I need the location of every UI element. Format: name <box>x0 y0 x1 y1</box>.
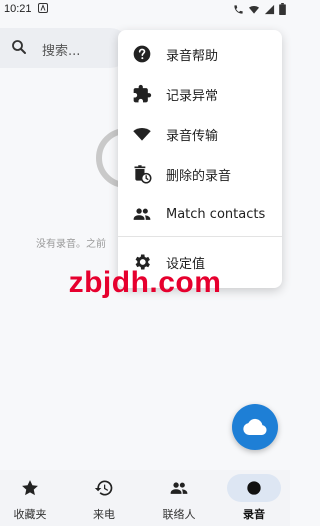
empty-state-text: 没有录音。之前 <box>36 239 106 250</box>
wifi-status-icon <box>248 5 260 14</box>
contacts-icon <box>133 208 151 220</box>
menu-item-record-exceptions[interactable]: 记录异常 <box>118 74 282 114</box>
menu-item-label: 删除的录音 <box>166 168 232 184</box>
search-input[interactable]: 搜索... <box>42 40 80 59</box>
wifi-icon <box>133 127 151 141</box>
watermark: zbjdh.com <box>68 266 222 299</box>
history-icon <box>94 480 113 496</box>
menu-item-label: 记录异常 <box>166 88 219 104</box>
bottom-navigation: 收藏夹 来电 联络人 录音 <box>0 470 290 526</box>
nav-item-favorites[interactable]: 收藏夹 <box>0 470 66 526</box>
menu-item-recording-help[interactable]: 录音帮助 <box>118 34 282 74</box>
nav-label: 录音 <box>243 508 265 521</box>
nav-label: 来电 <box>93 508 115 521</box>
nav-item-recordings[interactable]: 录音 <box>218 470 290 526</box>
menu-divider <box>118 236 282 237</box>
notification-icon <box>38 3 48 13</box>
nav-label: 收藏夹 <box>13 508 47 521</box>
cloud-backup-button[interactable] <box>232 404 278 450</box>
status-icons <box>233 3 286 15</box>
people-icon <box>170 482 188 494</box>
nav-item-incoming-calls[interactable]: 来电 <box>68 470 140 526</box>
puzzle-icon <box>133 84 152 103</box>
help-icon <box>133 45 151 63</box>
menu-item-recording-transfer[interactable]: 录音传输 <box>118 114 282 154</box>
menu-item-label: Match contacts <box>166 206 266 222</box>
call-icon <box>234 4 243 14</box>
battery-icon <box>279 3 286 15</box>
menu-item-label: 录音帮助 <box>166 48 219 64</box>
menu-item-match-contacts[interactable]: Match contacts <box>118 194 282 234</box>
menu-item-label: 录音传输 <box>166 128 219 144</box>
search-icon <box>12 40 26 54</box>
record-icon <box>247 481 261 495</box>
menu-item-deleted-recordings[interactable]: 删除的录音 <box>118 154 282 194</box>
overflow-menu: 录音帮助 记录异常 录音传输 删除的录音 Match contacts 设定值 <box>118 30 282 288</box>
search-bar[interactable]: 搜索... <box>0 28 130 68</box>
deleted-recordings-icon <box>134 165 152 184</box>
cloud-icon <box>243 418 267 435</box>
status-time: 10:21 <box>4 3 32 15</box>
nav-item-contacts[interactable]: 联络人 <box>143 470 215 526</box>
status-bar: 10:21 <box>0 0 290 20</box>
nav-label: 联络人 <box>162 508 196 521</box>
star-icon <box>22 480 38 496</box>
signal-icon <box>264 4 275 14</box>
